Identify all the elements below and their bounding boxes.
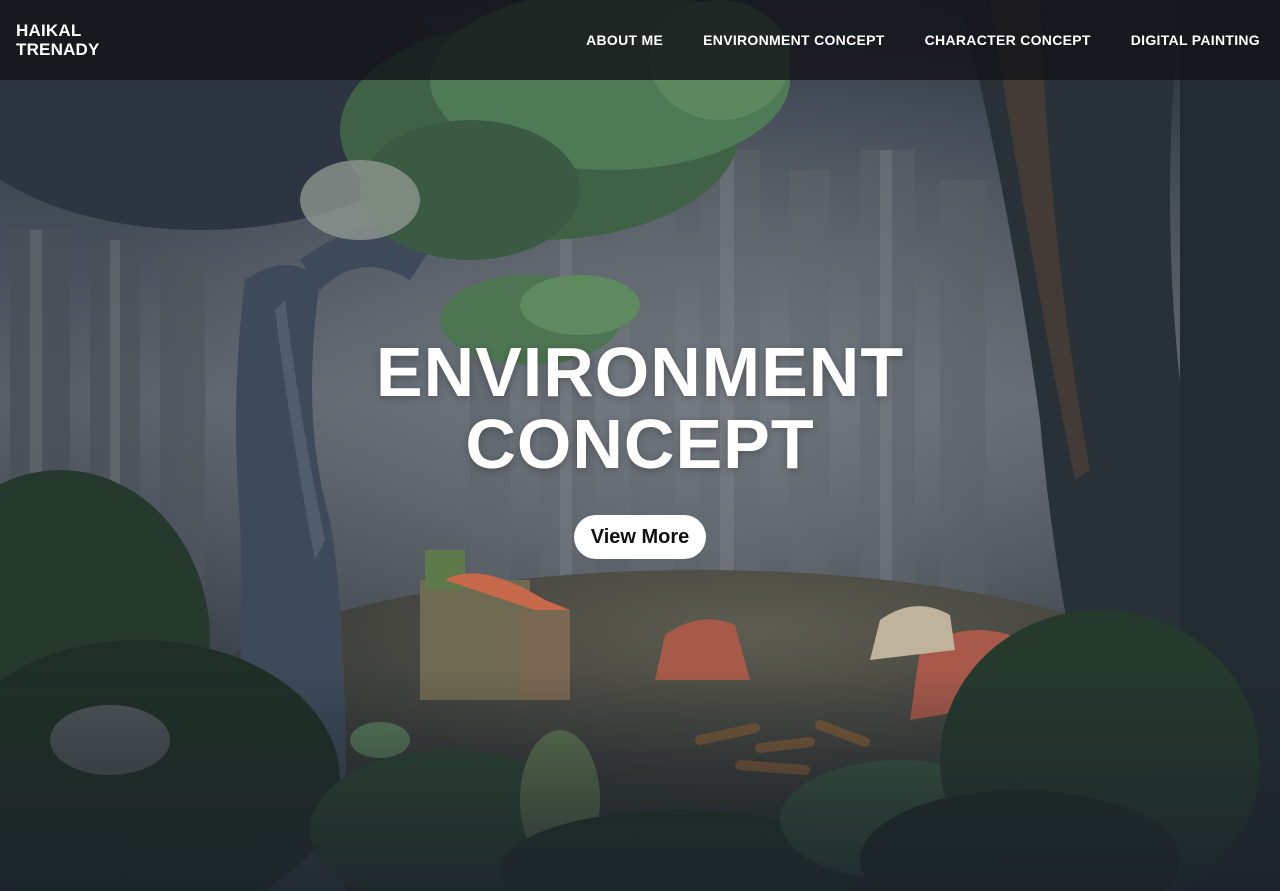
brand-line-2: TRENADY xyxy=(16,40,100,59)
nav-link-character-concept[interactable]: CHARACTER CONCEPT xyxy=(925,32,1091,48)
nav-link-about-me[interactable]: ABOUT ME xyxy=(586,32,663,48)
hero-section: ENVIRONMENT CONCEPT View More xyxy=(0,336,1280,559)
hero-title-line-2: CONCEPT xyxy=(465,405,815,483)
nav-link-environment-concept[interactable]: ENVIRONMENT CONCEPT xyxy=(703,32,885,48)
view-more-button[interactable]: View More xyxy=(573,515,707,559)
brand-line-1: HAIKAL xyxy=(16,21,82,40)
brand-logo[interactable]: HAIKAL TRENADY xyxy=(16,21,126,59)
hero-title-line-1: ENVIRONMENT xyxy=(375,333,905,411)
page: HAIKAL TRENADY ABOUT ME ENVIRONMENT CONC… xyxy=(0,0,1280,891)
nav-menu: ABOUT ME ENVIRONMENT CONCEPT CHARACTER C… xyxy=(546,0,1260,80)
navbar: HAIKAL TRENADY ABOUT ME ENVIRONMENT CONC… xyxy=(0,0,1280,80)
nav-link-digital-painting[interactable]: DIGITAL PAINTING xyxy=(1131,32,1260,48)
hero-title: ENVIRONMENT CONCEPT xyxy=(0,336,1280,480)
